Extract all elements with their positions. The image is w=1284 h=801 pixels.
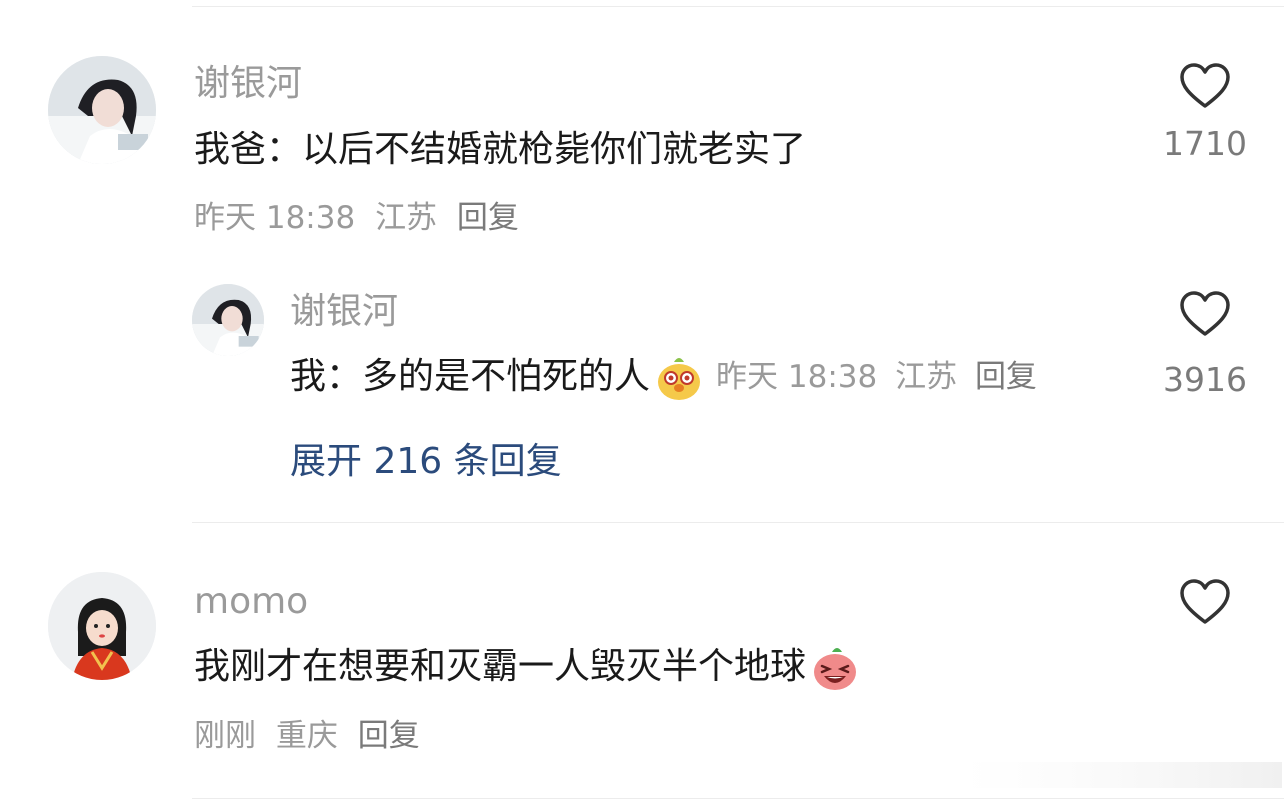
bottom-divider bbox=[192, 798, 1284, 799]
reply-time: 昨天 18:38 bbox=[716, 359, 878, 395]
reply-button[interactable]: 回复 bbox=[975, 359, 1037, 395]
comment-time: 刚刚 bbox=[194, 718, 256, 754]
expand-replies-link[interactable]: 展开 216 条回复 bbox=[290, 440, 562, 484]
reply-username[interactable]: 谢银河 bbox=[290, 290, 398, 334]
reply-row: 我：多的是不怕死的人 昨天 18:38 江苏 回复 bbox=[290, 352, 1045, 402]
reply-button[interactable]: 回复 bbox=[358, 718, 420, 754]
like-count: 1710 bbox=[1163, 124, 1247, 163]
comment-text: 我刚才在想要和灭霸一人毁灭半个地球 bbox=[194, 646, 807, 687]
heart-outline-icon bbox=[1180, 291, 1230, 336]
avatar[interactable] bbox=[48, 56, 156, 164]
laughing-emoji-icon bbox=[810, 642, 860, 692]
comment-divider bbox=[192, 522, 1284, 523]
like-button[interactable] bbox=[1160, 578, 1250, 626]
chick-emoji-icon bbox=[654, 352, 704, 402]
reply-button[interactable]: 回复 bbox=[457, 200, 519, 236]
watermark bbox=[962, 762, 1282, 788]
avatar-image bbox=[48, 56, 156, 164]
reply-avatar[interactable] bbox=[192, 284, 264, 356]
comment-location: 重庆 bbox=[275, 718, 338, 754]
comment-meta: 刚刚 重庆 回复 bbox=[194, 716, 430, 756]
top-divider bbox=[192, 6, 1284, 7]
like-count: 3916 bbox=[1163, 360, 1247, 399]
avatar-image bbox=[48, 572, 156, 680]
comment-username[interactable]: 谢银河 bbox=[194, 62, 302, 106]
comment-location: 江苏 bbox=[375, 200, 438, 236]
avatar[interactable] bbox=[48, 572, 156, 680]
comment-username[interactable]: momo bbox=[194, 580, 308, 624]
comment-text: 我爸：以后不结婚就枪毙你们就老实了 bbox=[194, 129, 807, 170]
reply-meta: 昨天 18:38 江苏 回复 bbox=[716, 353, 1045, 401]
comment-time: 昨天 18:38 bbox=[194, 200, 356, 236]
comment-row: 我刚才在想要和灭霸一人毁灭半个地球 bbox=[194, 642, 860, 692]
reply-location: 江苏 bbox=[895, 359, 958, 395]
heart-outline-icon bbox=[1180, 579, 1230, 624]
like-button[interactable]: 3916 bbox=[1160, 290, 1250, 400]
avatar-image bbox=[192, 284, 264, 356]
reply-text: 我：多的是不怕死的人 bbox=[290, 356, 651, 397]
like-button[interactable]: 1710 bbox=[1160, 62, 1250, 164]
comment-list: 谢银河 我爸：以后不结婚就枪毙你们就老实了 昨天 18:38 江苏 回复 171… bbox=[0, 0, 1284, 801]
comment-meta: 昨天 18:38 江苏 回复 bbox=[194, 198, 529, 238]
heart-outline-icon bbox=[1180, 63, 1230, 108]
